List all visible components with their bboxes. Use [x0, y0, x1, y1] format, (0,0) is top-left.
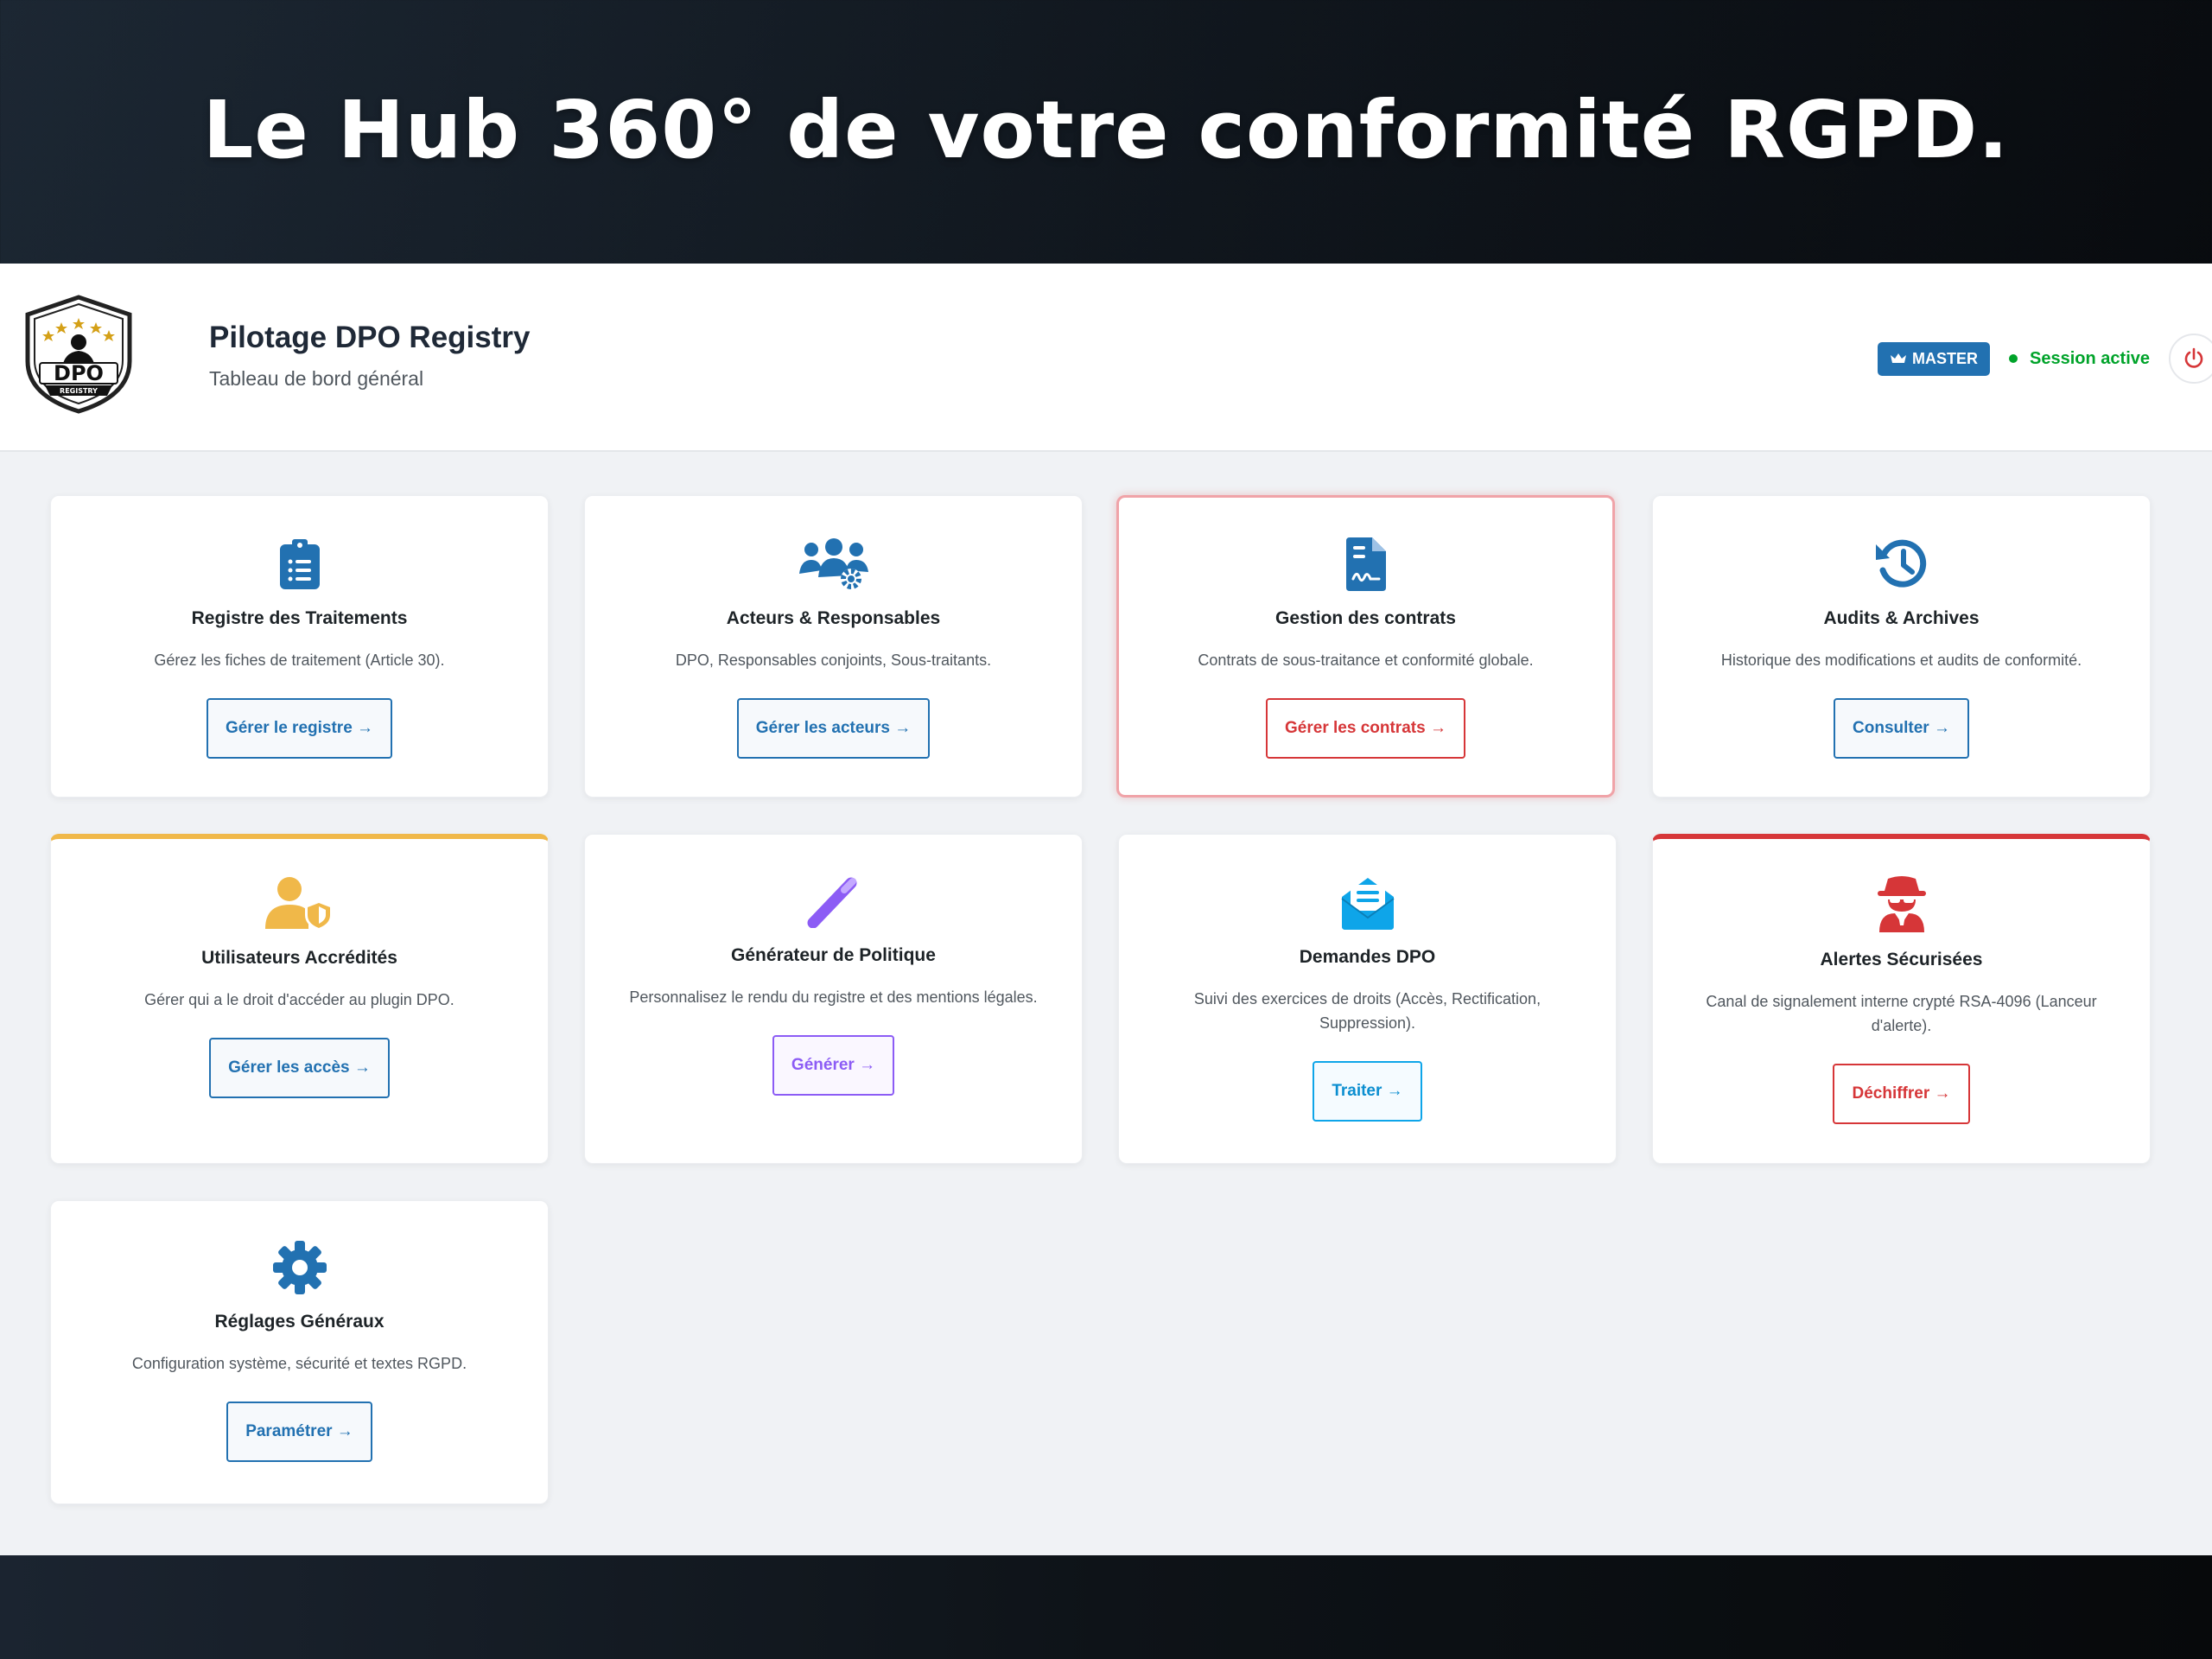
- hero-title: Le Hub 360° de votre conformité RGPD.: [202, 84, 2010, 176]
- file-contract-icon: [1345, 537, 1386, 591]
- card-description: Gérez les fiches de traitement (Article …: [154, 652, 445, 669]
- user-secret-icon: [1877, 876, 1926, 932]
- users-gear-icon: [798, 538, 868, 589]
- card-description: Personnalisez le rendu du registre et de…: [629, 988, 1038, 1006]
- card-title: Utilisateurs Accrédités: [201, 948, 397, 968]
- manage-actors-button[interactable]: Gérer les acteurs →: [736, 698, 931, 759]
- bottom-band: [0, 1555, 2212, 1659]
- card-audits-archives: Audits & Archives Historique des modific…: [1652, 495, 2151, 798]
- card-acteurs-responsables: Acteurs & Responsables DPO, Responsables…: [584, 495, 1083, 798]
- envelope-open-icon: [1340, 878, 1395, 930]
- dashboard-screen: DPO REGISTRY Pilotage DPO Registry Table…: [0, 264, 2212, 1555]
- page-title: Pilotage DPO Registry: [209, 321, 531, 354]
- svg-text:REGISTRY: REGISTRY: [60, 387, 98, 395]
- card-title: Audits & Archives: [1823, 608, 1980, 628]
- card-utilisateurs-accredites: Utilisateurs Accrédités Gérer qui a le d…: [50, 834, 549, 1164]
- card-description: Configuration système, sécurité et texte…: [131, 1355, 467, 1372]
- clipboard-list-icon: [279, 539, 320, 589]
- role-badge-label: MASTER: [1912, 349, 1979, 367]
- svg-text:DPO: DPO: [54, 361, 104, 385]
- process-requests-button[interactable]: Traiter →: [1313, 1061, 1422, 1122]
- power-icon: [2184, 347, 2203, 368]
- hero-banner: Le Hub 360° de votre conformité RGPD.: [0, 0, 2212, 264]
- top-header: DPO REGISTRY Pilotage DPO Registry Table…: [0, 264, 2212, 452]
- card-title: Réglages Généraux: [214, 1312, 385, 1332]
- card-registre-traitements: Registre des Traitements Gérez les fiche…: [50, 495, 549, 798]
- manage-contracts-button[interactable]: Gérer les contrats →: [1266, 698, 1465, 759]
- session-status-label: Session active: [2030, 348, 2150, 368]
- card-description: Contrats de sous-traitance et conformité…: [1198, 652, 1534, 669]
- card-title: Générateur de Politique: [731, 945, 936, 965]
- user-shield-icon: [264, 877, 333, 931]
- page-subtitle: Tableau de bord général: [209, 367, 424, 390]
- consult-audits-button[interactable]: Consulter →: [1834, 698, 1969, 759]
- card-title: Acteurs & Responsables: [726, 608, 941, 628]
- manage-registry-button[interactable]: Gérer le registre →: [206, 698, 393, 759]
- page-title-block: Pilotage DPO Registry Tableau de bord gé…: [209, 321, 530, 391]
- generate-policy-button[interactable]: Générer →: [772, 1035, 895, 1096]
- card-gestion-contrats: Gestion des contrats Contrats de sous-tr…: [1116, 495, 1615, 798]
- card-description: Gérer qui a le droit d'accéder au plugin…: [144, 991, 454, 1008]
- dpo-registry-logo: DPO REGISTRY: [22, 294, 135, 415]
- card-description: DPO, Responsables conjoints, Sous-traita…: [675, 652, 992, 669]
- magic-wand-icon: [807, 877, 856, 928]
- card-description: Suivi des exercices de droits (Accès, Re…: [1193, 990, 1541, 1032]
- logout-button[interactable]: [2169, 334, 2212, 384]
- card-title: Demandes DPO: [1299, 947, 1436, 967]
- session-status: Session active: [2009, 349, 2150, 369]
- header-tools: MASTER Session active: [1878, 333, 2212, 385]
- configure-settings-button[interactable]: Paramétrer →: [226, 1402, 372, 1462]
- crown-icon: [1891, 353, 1907, 363]
- history-icon: [1875, 539, 1926, 588]
- status-dot: [2009, 354, 2018, 363]
- role-badge: MASTER: [1878, 341, 1991, 376]
- manage-access-button[interactable]: Gérer les accès →: [209, 1038, 390, 1098]
- card-alertes-securisees: Alertes Sécurisées Canal de signalement …: [1652, 834, 2151, 1164]
- card-reglages-generaux: Réglages Généraux Configuration système,…: [50, 1200, 549, 1504]
- card-generateur-politique: Générateur de Politique Personnalisez le…: [584, 834, 1083, 1164]
- decrypt-alerts-button[interactable]: Déchiffrer →: [1833, 1064, 1970, 1124]
- card-title: Alertes Sécurisées: [1820, 950, 1983, 969]
- gear-icon: [272, 1241, 327, 1294]
- card-description: Canal de signalement interne crypté RSA-…: [1706, 993, 2097, 1034]
- card-demandes-dpo: Demandes DPO Suivi des exercices de droi…: [1118, 834, 1617, 1164]
- card-description: Historique des modifications et audits d…: [1720, 652, 2082, 669]
- card-title: Registre des Traitements: [191, 608, 408, 628]
- card-title: Gestion des contrats: [1275, 608, 1456, 628]
